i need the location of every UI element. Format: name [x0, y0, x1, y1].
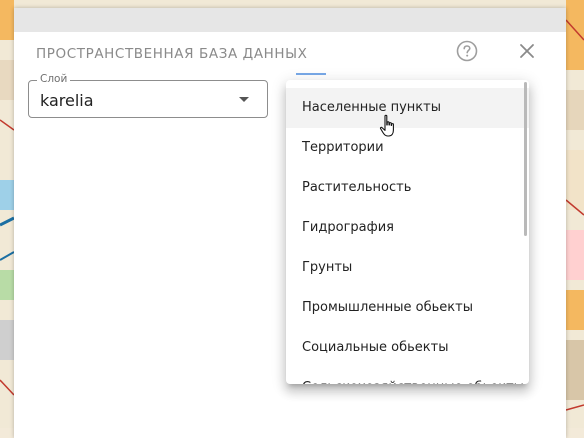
layer-select[interactable]: Слой karelia [28, 73, 268, 118]
dialog-top-bar [14, 8, 566, 32]
dropdown-scrollbar[interactable] [524, 82, 527, 236]
category-list: Населенные пункты Территории Растительно… [286, 88, 529, 384]
dropdown-item[interactable]: Населенные пункты [286, 88, 529, 128]
dropdown-item[interactable]: Грунты [286, 248, 529, 288]
hidden-field-label [296, 73, 326, 75]
dropdown-item[interactable]: Сельскохозяйственные обьекты [286, 368, 529, 384]
dropdown-item[interactable]: Социальные обьекты [286, 328, 529, 368]
dropdown-item[interactable]: Территории [286, 128, 529, 168]
help-circle-icon[interactable] [456, 40, 478, 62]
category-dropdown[interactable]: Населенные пункты Территории Растительно… [286, 80, 529, 384]
layer-select-value: karelia [40, 91, 94, 110]
dropdown-item[interactable]: Промышленные обьекты [286, 288, 529, 328]
layer-select-label: Слой [37, 73, 71, 85]
dropdown-arrow-icon[interactable] [239, 97, 249, 102]
dropdown-item[interactable]: Растительность [286, 168, 529, 208]
dialog-title: ПРОСТРАНСТВЕННАЯ БАЗА ДАННЫХ [36, 46, 308, 62]
close-icon[interactable] [518, 42, 536, 60]
dropdown-item[interactable]: Гидрография [286, 208, 529, 248]
